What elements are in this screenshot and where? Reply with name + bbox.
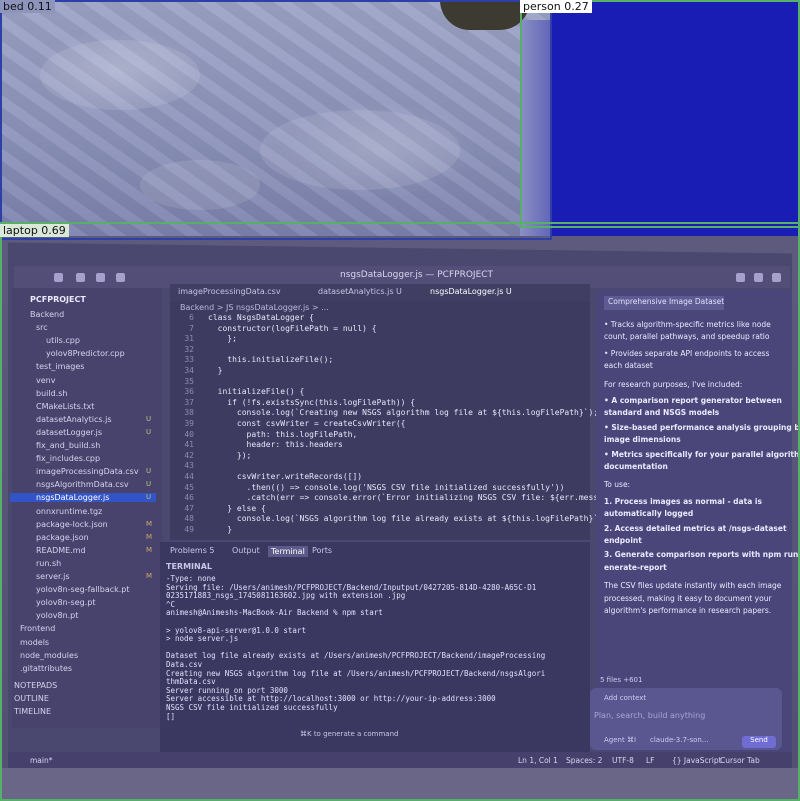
laptop-detection-box (0, 222, 800, 801)
bed-detection-label: bed 0.11 (0, 0, 55, 13)
bed-detection-box (0, 0, 552, 240)
person-detection-label: person 0.27 (520, 0, 592, 13)
photo-scene: nsgsDataLogger.js — PCFPROJECT PCFPROJEC… (0, 0, 800, 801)
laptop-detection-label: laptop 0.69 (0, 224, 69, 237)
person-detection-box (520, 0, 800, 228)
